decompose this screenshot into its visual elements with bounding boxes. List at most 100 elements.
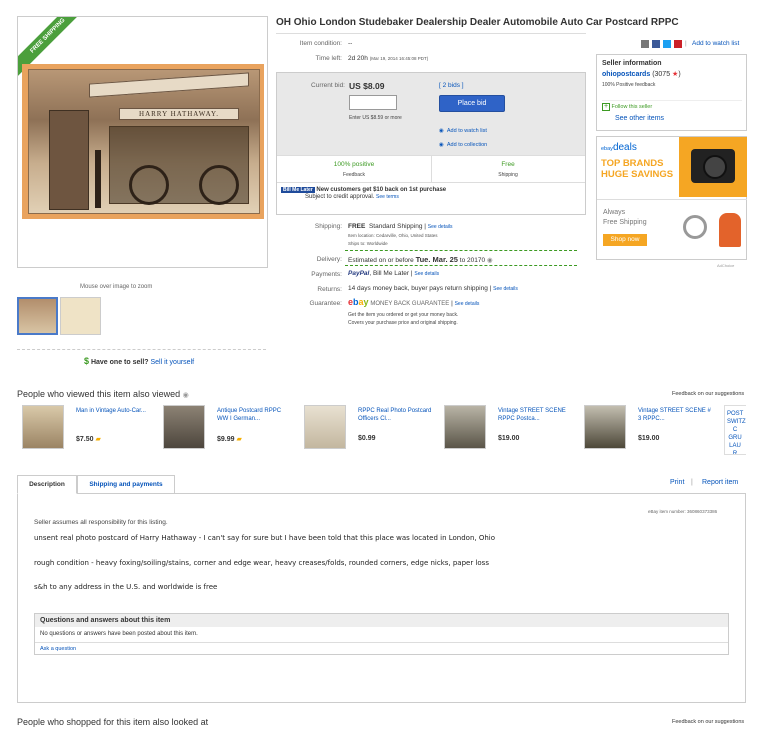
viewed-item-image[interactable] — [22, 405, 64, 449]
add-to-collection-link[interactable]: ◉ Add to collection — [439, 142, 487, 148]
thumbnail-1[interactable] — [17, 297, 58, 335]
print-link[interactable]: Print — [670, 479, 684, 486]
guarantee-line2: Covers your purchase price and original … — [348, 320, 458, 326]
shopped-also-title: People who shopped for this item also lo… — [17, 717, 209, 727]
current-bid-price: US $8.09 — [349, 81, 385, 91]
shop-now-button[interactable]: Shop now — [603, 234, 647, 246]
seller-name-link[interactable]: ohiopostcards — [602, 71, 650, 78]
viewed-item[interactable]: Vintage STREET SCENE # 3 RPPC... $19.00 — [584, 405, 722, 453]
watch-list-top-link[interactable]: Add to watch list — [692, 40, 739, 47]
positive-feedback: 100% positive — [333, 161, 375, 168]
report-item-link[interactable]: Report item — [702, 479, 738, 486]
viewed-item[interactable]: Vintage STREET SCENE RPPC Postca... $19.… — [444, 405, 582, 453]
guarantee-value: ebay MONEY BACK GUARANTEE | See details — [348, 297, 480, 307]
info-icon: ◉ — [182, 392, 189, 399]
shipping-details-link[interactable]: See details — [428, 224, 453, 230]
current-bid-label: Current bid: — [311, 82, 345, 89]
ad-choice[interactable]: AdChoice — [717, 263, 734, 268]
seller-positive: 100% Positive feedback — [602, 82, 656, 88]
facebook-icon[interactable] — [652, 40, 660, 48]
qa-none: No questions or answers have been posted… — [40, 631, 198, 637]
dollar-icon: $ — [84, 356, 90, 366]
ad-always: Always — [603, 209, 626, 216]
twitter-icon[interactable] — [663, 40, 671, 48]
see-other-items-link[interactable]: See other items — [615, 115, 664, 122]
viewed-item-title[interactable]: Man in Vintage Auto-Car... — [76, 407, 150, 415]
place-bid-button[interactable]: Place bid — [439, 95, 505, 112]
thumbnail-2[interactable] — [60, 297, 101, 335]
shipping-label: Shipping: — [314, 223, 342, 230]
store-sign: HARRY HATHAWAY. — [119, 108, 239, 120]
seller-name-row: ohiopostcards (3075 ★) — [602, 71, 681, 78]
condition-value: -- — [348, 40, 353, 47]
zoom-hint: Mouse over image to zoom — [80, 284, 153, 290]
tab-shipping-payments[interactable]: Shipping and payments — [77, 475, 175, 494]
add-to-watch-list-link[interactable]: ◉ Add to watch list — [439, 128, 487, 134]
ebay-logo: ebay — [348, 297, 369, 307]
follow-seller-row[interactable]: + Follow this seller — [602, 103, 652, 111]
bill-me-later-promo: Bill Me Later New customers get $10 back… — [281, 187, 446, 200]
viewed-item[interactable]: RPPC Real Photo Postcard Officers Cl... … — [304, 405, 442, 453]
seller-info-box: Seller information ohiopostcards (3075 ★… — [596, 54, 747, 131]
paypal-logo: PayPal — [348, 270, 370, 277]
bml-headline: New customers get $10 back on 1st purcha… — [316, 187, 447, 193]
viewed-item-image[interactable] — [444, 405, 486, 449]
free-shipping-text: Free — [501, 161, 515, 168]
suggestions-feedback-link[interactable]: Feedback on our suggestions — [672, 391, 744, 397]
email-icon[interactable] — [641, 40, 649, 48]
postcard-photo[interactable]: HARRY HATHAWAY. — [22, 64, 264, 219]
returns-label: Returns: — [317, 286, 342, 293]
feedback-sub: Feedback — [343, 172, 365, 178]
description-line-1: unsent real photo postcard of Harry Hath… — [34, 534, 496, 542]
mixer-image — [715, 205, 745, 255]
returns-details-link[interactable]: See details — [493, 286, 518, 292]
viewed-item-image[interactable] — [163, 405, 205, 449]
bml-sub: Subject to credit approval. — [305, 194, 375, 200]
shopped-feedback-link[interactable]: Feedback on our suggestions — [672, 719, 744, 725]
time-left-label: Time left: — [315, 55, 343, 62]
shipping-value: FREE Standard Shipping | See details — [348, 223, 453, 230]
description-line-2: rough condition - heavy foxing/soiling/s… — [34, 559, 489, 567]
pinterest-icon[interactable] — [674, 40, 682, 48]
viewed-item[interactable]: Man in Vintage Auto-Car... $7.50 ▰ — [22, 405, 160, 453]
payments-value: PayPal, Bill Me Later | See details — [348, 270, 440, 277]
camera-image — [679, 137, 747, 197]
seller-disclaimer: Seller assumes all responsibility for th… — [34, 519, 168, 526]
bid-amount-input[interactable] — [349, 95, 397, 110]
bid-hammer-icon: ▰ — [95, 436, 101, 443]
bid-count-link[interactable]: [ 2 bids ] — [439, 82, 464, 89]
viewed-item[interactable]: Antique Postcard RPPC WW I German... $9.… — [163, 405, 301, 453]
ships-to: Ships to: Worldwide — [348, 241, 388, 246]
sell-prompt: $ Have one to sell? Sell it yourself — [84, 356, 194, 366]
returns-value: 14 days money back, buyer pays return sh… — [348, 285, 518, 292]
ask-question-link[interactable]: Ask a question — [40, 646, 76, 652]
deals-ad[interactable]: ebaydeals TOP BRANDS HUGE SAVINGS Always… — [596, 136, 747, 260]
payments-details-link[interactable]: See details — [414, 271, 439, 277]
viewed-item-title[interactable]: Vintage STREET SCENE RPPC Postca... — [498, 407, 572, 423]
payments-label: Payments: — [311, 271, 342, 278]
viewed-item-title[interactable]: Antique Postcard RPPC WW I German... — [217, 407, 291, 423]
item-location: Item location: Cedarville, Ohio, United … — [348, 233, 438, 238]
ad-free-shipping: Free Shipping — [603, 219, 647, 226]
bml-terms-link[interactable]: See terms — [376, 194, 399, 200]
delivery-value: Estimated on or before Tue. Mar. 25 to 2… — [348, 255, 493, 264]
follow-seller-link[interactable]: Follow this seller — [612, 104, 653, 110]
time-left-value: 2d 20h (Mar 19, 2014 16:45:08 PDT) — [348, 55, 429, 62]
guarantee-details-link[interactable]: See details — [455, 301, 480, 307]
viewed-item-price: $0.99 — [358, 435, 376, 442]
main-image-frame[interactable]: FREE SHIPPING HARRY HATHAWAY. — [17, 16, 268, 268]
tab-description[interactable]: Description — [17, 475, 77, 494]
sell-question: Have one to sell? — [90, 359, 149, 366]
viewed-item-partial[interactable]: POST SWITZ C GRU LAU R — [724, 405, 746, 455]
questions-answers-box: Questions and answers about this item No… — [34, 613, 729, 655]
viewed-item-title[interactable]: Vintage STREET SCENE # 3 RPPC... — [638, 407, 712, 423]
plus-icon: ◉ — [439, 142, 444, 148]
sell-it-yourself-link[interactable]: Sell it yourself — [151, 359, 195, 366]
viewed-item-title[interactable]: RPPC Real Photo Postcard Officers Cl... — [358, 407, 432, 423]
viewed-item-image[interactable] — [584, 405, 626, 449]
seller-score: (3075 — [652, 71, 671, 78]
seller-heading: Seller information — [602, 60, 662, 67]
eye-icon: ◉ — [439, 128, 444, 134]
viewed-item-image[interactable] — [304, 405, 346, 449]
end-time: (Mar 19, 2014 16:45:08 PDT) — [369, 56, 429, 61]
